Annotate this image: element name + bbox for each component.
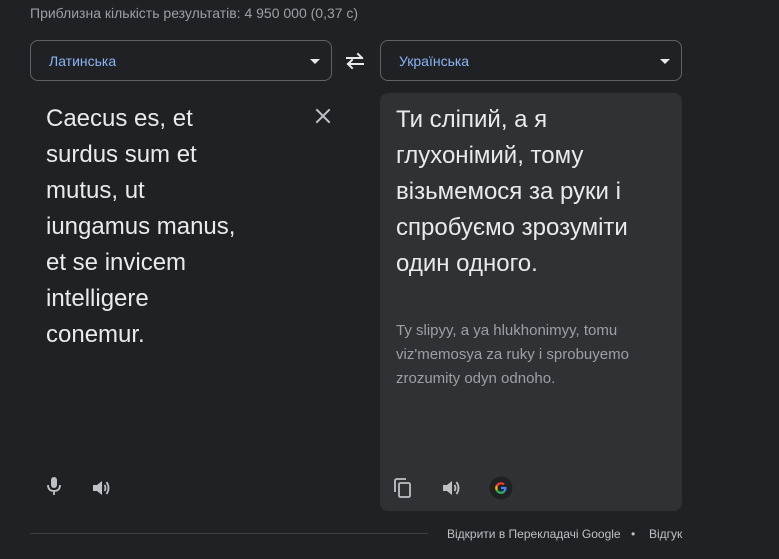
swap-arrows-icon <box>346 52 364 70</box>
google-logo-icon <box>489 476 513 500</box>
source-language-label: Латинська <box>49 53 117 69</box>
open-in-translate-link[interactable]: Відкрити в Перекладачі Google <box>447 526 621 542</box>
source-text[interactable]: Caecus es, et surdus sum et mutus, ut iu… <box>46 101 246 353</box>
feedback-link[interactable]: Відгук <box>649 526 682 542</box>
translated-text: Ти сліпий, а я глухонімий, тому візьмемо… <box>396 106 628 277</box>
microphone-icon <box>47 477 61 495</box>
voice-input-button[interactable] <box>42 474 66 498</box>
target-language-label: Українська <box>399 53 470 69</box>
source-text-area[interactable]: Caecus es, et surdus sum et mutus, ut iu… <box>30 93 332 511</box>
google-search-button[interactable] <box>489 476 513 500</box>
footer-separator: • <box>631 527 636 541</box>
speaker-icon <box>443 481 460 495</box>
swap-languages-button[interactable] <box>343 50 367 72</box>
copy-translation-button[interactable] <box>391 476 415 500</box>
transliteration-text: Ty slipyy, a ya hlukhonimyy, tomu viz'me… <box>396 322 629 387</box>
listen-translation-button[interactable] <box>439 476 463 500</box>
footer-divider <box>30 533 428 534</box>
listen-source-button[interactable] <box>89 476 113 500</box>
clear-source-button[interactable] <box>312 105 334 127</box>
close-icon <box>315 108 331 124</box>
translation-panel: Ти сліпий, а я глухонімий, тому візьмемо… <box>380 93 682 511</box>
source-language-select[interactable]: Латинська <box>30 40 332 81</box>
chevron-down-icon <box>310 59 320 64</box>
chevron-down-icon <box>660 59 670 64</box>
copy-icon <box>394 478 411 498</box>
speaker-icon <box>93 481 110 495</box>
target-language-select[interactable]: Українська <box>380 40 682 81</box>
result-stats: Приблизна кількість результатів: 4 950 0… <box>30 5 359 21</box>
